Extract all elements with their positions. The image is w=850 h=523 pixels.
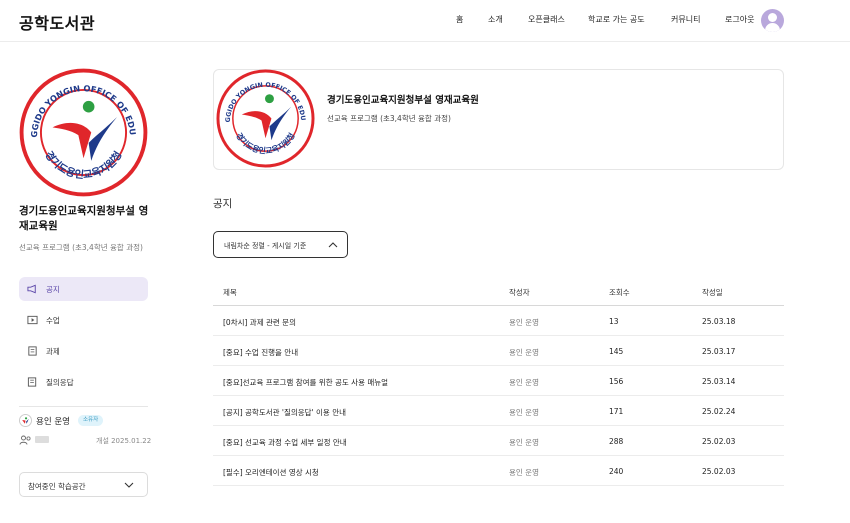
open-date: 개설 2025.01.22	[96, 437, 152, 445]
operator-emblem-icon	[19, 414, 32, 427]
notice-title[interactable]: [중요] 수업 진행을 안내	[223, 347, 298, 358]
nav-openclass[interactable]: 오픈클래스	[528, 14, 565, 25]
notice-date: 25.03.18	[702, 317, 736, 326]
notice-title[interactable]: [필수] 오리엔테이션 영상 시청	[223, 467, 319, 478]
sidebar-item-notice[interactable]: 공지	[19, 277, 148, 301]
notice-author: 용인 운영	[509, 408, 539, 417]
notice-title[interactable]: [중요]선교육 프로그램 참여를 위한 공도 사용 매뉴얼	[223, 377, 388, 388]
table-row[interactable]: [필수] 오리엔테이션 영상 시청 용인 운영 240 25.02.03	[213, 456, 784, 486]
sidebar-item-class[interactable]: 수업	[19, 308, 148, 332]
notice-views: 145	[609, 347, 624, 356]
sidebar-divider	[19, 406, 148, 407]
sidebar-item-label: 공지	[46, 285, 60, 294]
sidebar-title: 경기도용인교육지원청부설 영재교육원	[19, 205, 149, 232]
notice-author: 용인 운영	[509, 318, 539, 327]
table-row[interactable]: [중요] 수업 진행을 안내 용인 운영 145 25.03.17	[213, 336, 784, 366]
table-row[interactable]: [0차시] 과제 관련 문의 용인 운영 13 25.03.18	[213, 306, 784, 336]
nav-school-gongdo[interactable]: 학교로 가는 공도	[588, 14, 645, 25]
column-header-author: 작성자	[509, 288, 530, 297]
notice-date: 25.02.24	[702, 407, 736, 416]
notice-author: 용인 운영	[509, 348, 539, 357]
notice-date: 25.02.03	[702, 467, 736, 476]
top-navigation-bar: 공학도서관 홈 소개 오픈클래스 학교로 가는 공도 커뮤니티 로그아웃	[0, 0, 850, 42]
table-row[interactable]: [중요] 선교육 과정 수업 세부 일정 안내 용인 운영 288 25.02.…	[213, 426, 784, 456]
sidebar-subtitle: 선교육 프로그램 (초3,4학년 융합 과정)	[19, 243, 143, 252]
members-icon	[19, 435, 31, 445]
assignment-icon	[28, 346, 37, 356]
notice-views: 156	[609, 377, 624, 386]
user-avatar[interactable]	[761, 9, 784, 32]
notice-author: 용인 운영	[509, 468, 539, 477]
notice-views: 171	[609, 407, 624, 416]
notice-title[interactable]: [0차시] 과제 관련 문의	[223, 317, 296, 328]
column-header-title: 제목	[223, 288, 237, 297]
institution-emblem: GYEONGGIDO YONGIN OFFICE OF EDUCATION 경기…	[19, 68, 148, 197]
card-subtitle: 선교육 프로그램 (초3,4학년 융합 과정)	[327, 114, 451, 123]
qna-icon	[27, 377, 37, 387]
notice-views: 240	[609, 467, 624, 476]
sidebar-item-label: 과제	[46, 347, 60, 356]
notice-author: 용인 운영	[509, 378, 539, 387]
operator-name: 용인 운영	[36, 417, 70, 427]
notice-date: 25.02.03	[702, 437, 736, 446]
owner-badge: 소유자	[78, 415, 104, 426]
megaphone-icon	[27, 284, 36, 294]
notice-date: 25.03.14	[702, 377, 736, 386]
column-header-views: 조회수	[609, 288, 630, 297]
sidebar-item-label: 수업	[46, 316, 60, 325]
sidebar-item-label: 질의응답	[46, 378, 74, 387]
table-header-row: 제목 작성자 조회수 작성일	[213, 276, 784, 306]
video-icon	[27, 315, 38, 325]
learning-space-select[interactable]: 참여중인 학습공간	[19, 472, 148, 497]
notice-title[interactable]: [중요] 선교육 과정 수업 세부 일정 안내	[223, 437, 347, 448]
site-logo[interactable]: 공학도서관	[19, 10, 95, 34]
notice-title[interactable]: [공지] 공학도서관 '질의응답' 이용 안내	[223, 407, 346, 418]
sidebar-item-assignment[interactable]: 과제	[19, 339, 148, 363]
table-row[interactable]: [중요]선교육 프로그램 참여를 위한 공도 사용 매뉴얼 용인 운영 156 …	[213, 366, 784, 396]
notice-section-title: 공지	[213, 198, 233, 210]
nav-about[interactable]: 소개	[488, 14, 503, 25]
chevron-down-icon	[124, 482, 134, 488]
member-count-placeholder	[35, 436, 49, 443]
table-row[interactable]: [공지] 공학도서관 '질의응답' 이용 안내 용인 운영 171 25.02.…	[213, 396, 784, 426]
avatar-head	[768, 13, 777, 22]
chevron-up-icon	[328, 242, 338, 248]
sort-order-label: 내림차순 정렬 - 게시일 기준	[224, 242, 307, 250]
notice-views: 288	[609, 437, 624, 446]
nav-community[interactable]: 커뮤니티	[671, 14, 700, 25]
sort-order-select[interactable]: 내림차순 정렬 - 게시일 기준	[213, 231, 348, 258]
card-emblem: GYEONGGIDO YONGIN OFFICE OF EDUCATION 경기…	[216, 69, 315, 168]
column-header-date: 작성일	[702, 288, 723, 297]
notice-table: 제목 작성자 조회수 작성일 [0차시] 과제 관련 문의 용인 운영 13 2…	[213, 276, 784, 486]
sidebar-item-qna[interactable]: 질의응답	[19, 370, 148, 394]
notice-author: 용인 운영	[509, 438, 539, 447]
card-title: 경기도용인교육지원청부설 영재교육원	[327, 95, 479, 106]
avatar-body	[765, 23, 780, 32]
learning-space-select-label: 참여중인 학습공간	[28, 482, 86, 491]
nav-home[interactable]: 홈	[456, 14, 463, 25]
notice-date: 25.03.17	[702, 347, 736, 356]
notice-views: 13	[609, 317, 619, 326]
nav-logout[interactable]: 로그아웃	[725, 14, 754, 25]
